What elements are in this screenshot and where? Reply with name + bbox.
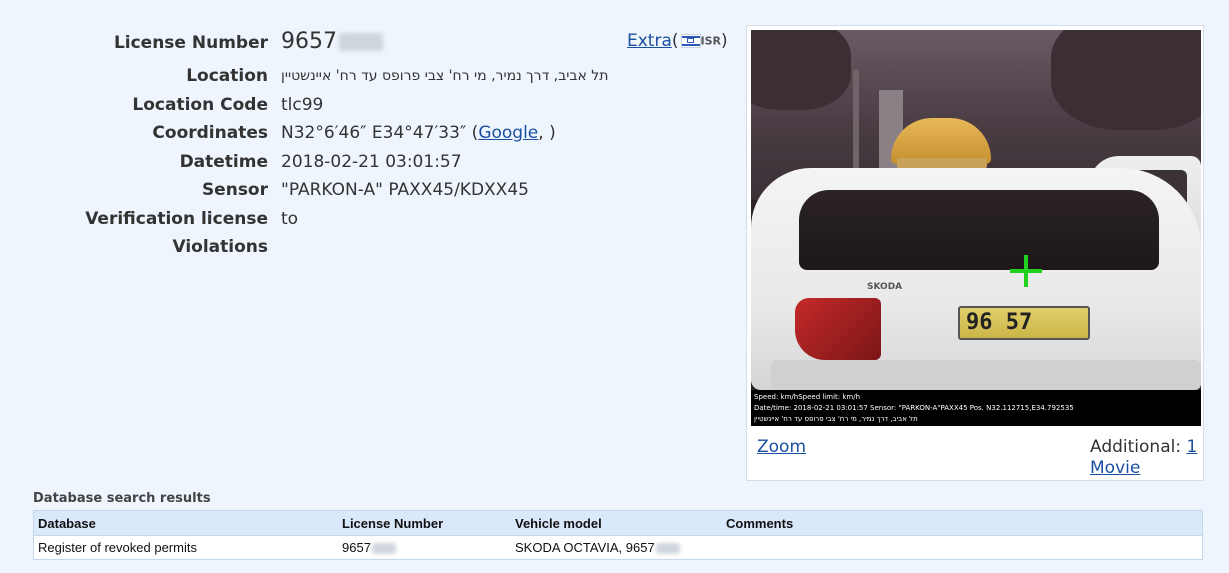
sensor-label: Sensor	[201, 180, 268, 200]
datetime-value: 2018-02-21 03:01:57	[281, 152, 462, 172]
field-violations: Violations	[0, 234, 700, 260]
zoom-link[interactable]: Zoom	[757, 437, 806, 457]
photo-caption-line: Date/time: 2018-02-21 03:01:57 Sensor: "…	[754, 404, 1074, 412]
cell-vehicle-model: SKODA OCTAVIA, 9657	[511, 535, 722, 560]
photo-badge: SKODA	[867, 282, 903, 292]
israel-flag-icon	[680, 34, 701, 48]
photo-tree	[1051, 30, 1201, 130]
db-results-table: Database License Number Vehicle model Co…	[33, 510, 1203, 560]
extra-paren-close: )	[721, 31, 728, 51]
table-row: Register of revoked permits 9657 SKODA O…	[33, 535, 1203, 560]
redacted-mask	[655, 543, 680, 555]
field-verification-license: Verification license to	[0, 206, 700, 232]
google-maps-link[interactable]: Google	[478, 123, 538, 143]
vehicle-photo[interactable]: SKODA 96 57 Speed: km/hSpeed limit: km/h…	[751, 30, 1201, 426]
verification-license-label: Verification license	[85, 209, 268, 229]
field-location: Location תל אביב, דרך נמיר, מי רח' צבי פ…	[0, 63, 700, 89]
photo-taillight	[795, 298, 881, 360]
redacted-mask	[371, 543, 396, 555]
sensor-value: "PARKON-A" PAXX45/KDXX45	[281, 180, 529, 200]
column-header-vehicle-model: Vehicle model	[511, 510, 722, 536]
column-header-database: Database	[33, 510, 338, 536]
extra-paren-open: (	[671, 31, 679, 51]
photo-caption-line: תל אביב, דרך נמיר, מי רח' צבי פרופס עד ר…	[754, 415, 918, 423]
coordinates-label: Coordinates	[152, 123, 268, 143]
cell-comments	[722, 535, 1203, 560]
photo-caption-line: Speed: km/hSpeed limit: km/h	[754, 393, 861, 401]
country-code: ISR	[700, 34, 722, 48]
field-location-code: Location Code tlc99	[0, 92, 700, 118]
field-datetime: Datetime 2018-02-21 03:01:57	[0, 149, 700, 175]
field-sensor: Sensor "PARKON-A" PAXX45/KDXX45	[0, 177, 700, 203]
coordinates-paren-close: , )	[538, 123, 556, 143]
verification-license-value: to	[281, 209, 299, 229]
table-header-row: Database License Number Vehicle model Co…	[33, 510, 1203, 536]
photo-taxi-sign-base	[897, 158, 987, 168]
movie-link[interactable]: Movie	[1090, 458, 1140, 478]
additional-label: Additional:	[1090, 437, 1182, 457]
coordinates-value: N32°6′46″ E34°47′33″ (Google, )	[281, 123, 556, 143]
photo-license-plate: 96 57	[958, 306, 1090, 340]
datetime-label: Datetime	[179, 152, 268, 172]
db-results-title: Database search results	[33, 491, 211, 506]
additional-count-link[interactable]: 1	[1186, 437, 1197, 457]
location-code-value: tlc99	[281, 95, 324, 115]
license-number-value: 9657	[281, 29, 383, 54]
extra-link[interactable]: Extra	[627, 31, 672, 51]
photo-rear-window	[799, 190, 1159, 270]
cell-license-number: 9657	[338, 535, 511, 560]
additional-media: Additional: 1 Movie	[1090, 437, 1197, 479]
violations-label: Violations	[172, 237, 268, 257]
photo-pole	[853, 70, 859, 180]
column-header-license-number: License Number	[338, 510, 511, 536]
photo-panel: SKODA 96 57 Speed: km/hSpeed limit: km/h…	[746, 25, 1204, 481]
photo-tree	[751, 30, 851, 110]
extra-link-group: Extra( ISR)	[627, 31, 728, 51]
redacted-mask	[339, 33, 383, 51]
location-value: תל אביב, דרך נמיר, מי רח' צבי פרופס עד ר…	[281, 68, 609, 84]
license-number-label: License Number	[113, 33, 268, 53]
cell-database: Register of revoked permits	[33, 535, 338, 560]
location-label: Location	[186, 66, 268, 86]
photo-bumper	[771, 360, 1201, 390]
location-code-label: Location Code	[132, 95, 268, 115]
photo-caption: Speed: km/hSpeed limit: km/h Date/time: …	[751, 390, 1201, 426]
crosshair-marker-icon	[1010, 255, 1042, 287]
column-header-comments: Comments	[722, 510, 1203, 536]
field-license-number: License Number 9657	[0, 29, 700, 56]
coordinates-text: N32°6′46″ E34°47′33″	[281, 123, 467, 143]
field-coordinates: Coordinates N32°6′46″ E34°47′33″ (Google…	[0, 120, 700, 146]
